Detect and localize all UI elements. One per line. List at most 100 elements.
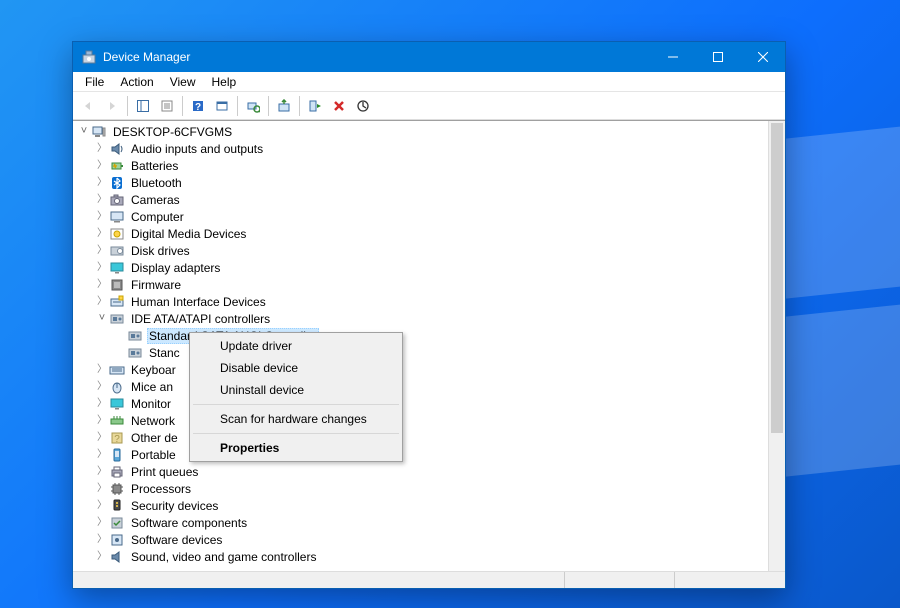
tree-item-label: Network xyxy=(129,414,177,428)
menu-file[interactable]: File xyxy=(77,73,112,91)
tree-category[interactable]: 〉Disk drives xyxy=(77,242,768,259)
tree-device[interactable]: Standard SATA AHCI Controller xyxy=(77,327,768,344)
tree-item-label: Software devices xyxy=(129,533,224,547)
tree-item-label: Cameras xyxy=(129,193,182,207)
tree-item-label: Batteries xyxy=(129,159,180,173)
svg-text:?: ? xyxy=(195,102,201,113)
ctx-properties[interactable]: Properties xyxy=(192,437,400,459)
ctx-update-driver[interactable]: Update driver xyxy=(192,335,400,357)
portable-icon xyxy=(109,447,125,463)
expand-icon[interactable]: 〉 xyxy=(95,229,109,239)
tree-item-label: Keyboar xyxy=(129,363,178,377)
action-button[interactable] xyxy=(211,95,233,117)
tree-category[interactable]: 〉 Computer xyxy=(77,208,768,225)
expand-icon[interactable]: 〉 xyxy=(95,399,109,409)
mouse-icon xyxy=(109,379,125,395)
tree-item-label: Software components xyxy=(129,516,249,530)
forward-button[interactable] xyxy=(101,95,123,117)
tree-category[interactable]: 〉Digital Media Devices xyxy=(77,225,768,242)
battery-icon xyxy=(109,158,125,174)
menu-view[interactable]: View xyxy=(162,73,204,91)
ctx-scan-hardware[interactable]: Scan for hardware changes xyxy=(192,408,400,430)
swcomp-icon xyxy=(109,515,125,531)
tree-category[interactable]: 〉Processors xyxy=(77,480,768,497)
expand-icon[interactable]: 〉 xyxy=(95,484,109,494)
menu-help[interactable]: Help xyxy=(204,73,245,91)
expand-icon[interactable]: 〉 xyxy=(95,467,109,477)
network-icon xyxy=(109,413,125,429)
scrollbar-thumb[interactable] xyxy=(771,123,783,433)
uninstall-device-button[interactable] xyxy=(328,95,350,117)
expand-icon[interactable]: 〉 xyxy=(95,450,109,460)
disable-device-button[interactable] xyxy=(352,95,374,117)
tree-category[interactable]: 〉Sound, video and game controllers xyxy=(77,548,768,565)
tree-category[interactable]: 〉 Firmware xyxy=(77,276,768,293)
expand-icon[interactable]: 〉 xyxy=(95,195,109,205)
back-button[interactable] xyxy=(77,95,99,117)
device-tree[interactable]: ˅DESKTOP-6CFVGMS〉Audio inputs and output… xyxy=(73,121,768,571)
tree-category[interactable]: 〉Human Interface Devices xyxy=(77,293,768,310)
tree-category[interactable]: 〉 Display adapters xyxy=(77,259,768,276)
tree-category[interactable]: 〉Portable xyxy=(77,446,768,463)
expand-icon[interactable]: 〉 xyxy=(95,178,109,188)
expand-icon[interactable]: 〉 xyxy=(95,365,109,375)
swdev-icon xyxy=(109,532,125,548)
help-button[interactable]: ? xyxy=(187,95,209,117)
tree-category[interactable]: 〉 Network xyxy=(77,412,768,429)
tree-category[interactable]: 〉?Other de xyxy=(77,429,768,446)
expand-icon[interactable]: 〉 xyxy=(95,161,109,171)
tree-category[interactable]: 〉Bluetooth xyxy=(77,174,768,191)
cpu-icon xyxy=(109,481,125,497)
properties-button[interactable] xyxy=(156,95,178,117)
collapse-icon[interactable]: ˅ xyxy=(95,313,109,324)
tree-device[interactable]: Stanc xyxy=(77,344,768,361)
expand-icon[interactable]: 〉 xyxy=(95,280,109,290)
tree-category[interactable]: 〉 Software components xyxy=(77,514,768,531)
tree-root[interactable]: ˅DESKTOP-6CFVGMS xyxy=(77,123,768,140)
menu-action[interactable]: Action xyxy=(112,73,161,91)
scan-hardware-button[interactable] xyxy=(242,95,264,117)
collapse-icon[interactable]: ˅ xyxy=(77,126,91,137)
show-hide-tree-button[interactable] xyxy=(132,95,154,117)
ide-icon xyxy=(127,328,143,344)
content-area: ˅DESKTOP-6CFVGMS〉Audio inputs and output… xyxy=(73,120,785,571)
expand-icon[interactable]: 〉 xyxy=(95,382,109,392)
expand-icon[interactable]: 〉 xyxy=(95,144,109,154)
ide-icon xyxy=(109,311,125,327)
tree-category[interactable]: 〉Audio inputs and outputs xyxy=(77,140,768,157)
tree-category[interactable]: 〉Mice an xyxy=(77,378,768,395)
expand-icon[interactable]: 〉 xyxy=(95,501,109,511)
sound-icon xyxy=(109,549,125,565)
expand-icon[interactable]: 〉 xyxy=(95,212,109,222)
tree-item-label: Display adapters xyxy=(129,261,222,275)
tree-item-label: Firmware xyxy=(129,278,183,292)
expand-icon[interactable]: 〉 xyxy=(95,297,109,307)
expand-icon[interactable]: 〉 xyxy=(95,416,109,426)
pc-icon xyxy=(91,124,107,140)
ctx-uninstall-device[interactable]: Uninstall device xyxy=(192,379,400,401)
enable-device-button[interactable] xyxy=(304,95,326,117)
printer-icon xyxy=(109,464,125,480)
tree-item-label: Computer xyxy=(129,210,186,224)
tree-category[interactable]: 〉Print queues xyxy=(77,463,768,480)
expand-icon[interactable]: 〉 xyxy=(95,535,109,545)
expand-icon[interactable]: 〉 xyxy=(95,246,109,256)
tree-category[interactable]: ˅IDE ATA/ATAPI controllers xyxy=(77,310,768,327)
tree-category[interactable]: 〉Monitor xyxy=(77,395,768,412)
tree-category[interactable]: 〉 Cameras xyxy=(77,191,768,208)
expand-icon[interactable]: 〉 xyxy=(95,433,109,443)
close-button[interactable] xyxy=(740,42,785,72)
minimize-button[interactable] xyxy=(650,42,695,72)
expand-icon[interactable]: 〉 xyxy=(95,552,109,562)
tree-category[interactable]: 〉 Software devices xyxy=(77,531,768,548)
ctx-disable-device[interactable]: Disable device xyxy=(192,357,400,379)
tree-category[interactable]: 〉 Keyboar xyxy=(77,361,768,378)
tree-category[interactable]: 〉 Batteries xyxy=(77,157,768,174)
update-driver-button[interactable] xyxy=(273,95,295,117)
titlebar[interactable]: Device Manager xyxy=(73,42,785,72)
expand-icon[interactable]: 〉 xyxy=(95,518,109,528)
vertical-scrollbar[interactable] xyxy=(768,121,785,571)
tree-category[interactable]: 〉Security devices xyxy=(77,497,768,514)
maximize-button[interactable] xyxy=(695,42,740,72)
expand-icon[interactable]: 〉 xyxy=(95,263,109,273)
